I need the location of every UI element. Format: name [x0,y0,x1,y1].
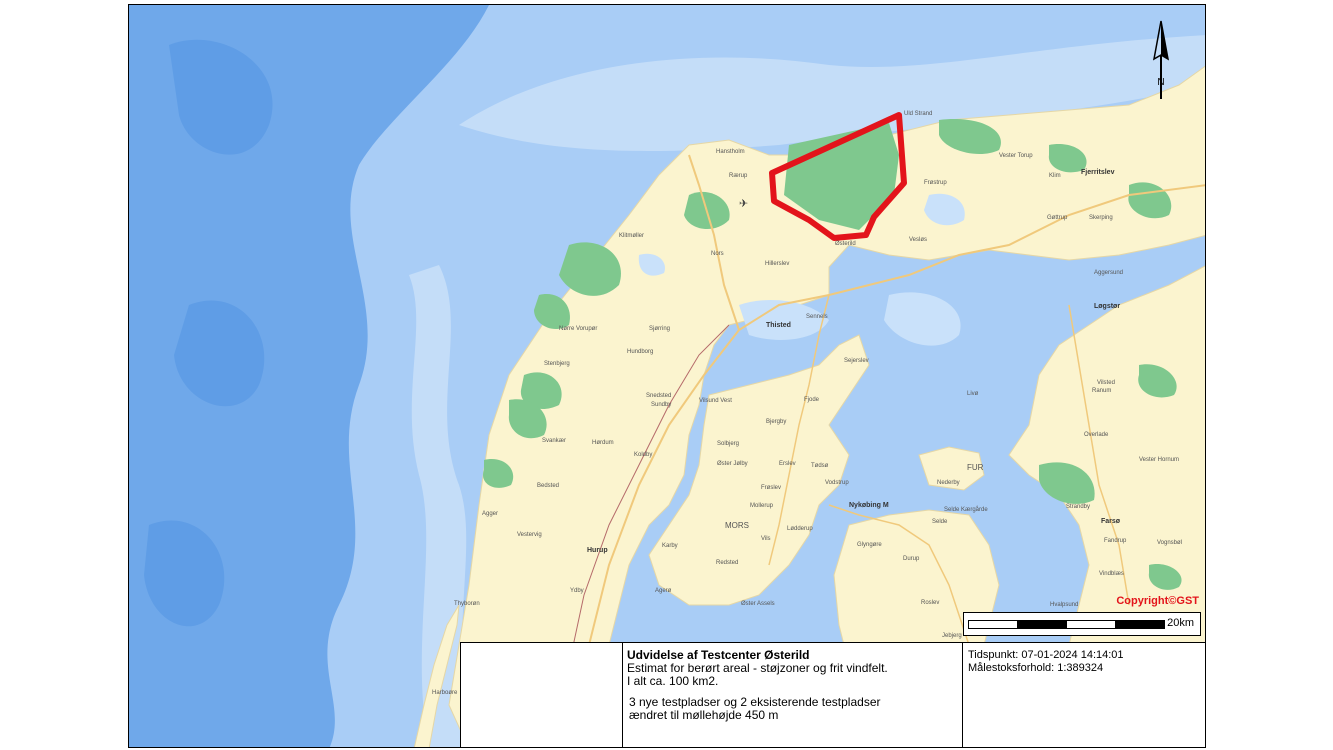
place-label: Livø [967,391,979,397]
place-label: Øster Assels [741,601,775,607]
place-label: Vilsted [1097,380,1115,386]
place-label: Hanstholm [716,149,745,155]
info-table: Udvidelse af Testcenter Østerild Estimat… [460,642,1205,747]
place-label: Sundby [651,402,672,408]
lake [884,292,961,346]
place-label: Agger [482,511,499,517]
place-label: Farsø [1101,518,1121,525]
scale-segment [968,620,1018,629]
north-label: N [1157,77,1164,88]
place-label: Harboøre [432,690,458,696]
place-label: Selde Kærgårde [944,507,988,513]
place-label: Fjerritslev [1081,169,1115,176]
place-label: Thyborøn [454,601,480,607]
copyright-label: Copyright©GST [1116,595,1199,607]
place-label: Vesløs [909,237,928,243]
place-label: Durup [903,556,920,562]
place-label: Løgstør [1094,303,1121,310]
scale-bar: 20km [963,612,1201,636]
place-label: Rærup [729,173,748,179]
place-label: Vodstrup [825,480,849,486]
place-label: Vilsund Vest [699,398,732,404]
place-label: Hillerslev [765,261,790,267]
note-line: ændret til møllehøjde 450 m [629,708,779,722]
place-label: Sjørring [649,326,671,332]
place-label: Bjergby [766,419,787,425]
scale-ratio: Målestoksforhold: 1:389324 [968,662,1104,674]
title-cell: Udvidelse af Testcenter Østerild Estimat… [623,643,963,747]
place-label: Svankær [542,438,567,444]
place-label: Østerild [835,241,856,247]
timestamp: Tidspunkt: 07-01-2024 14:14:01 [968,649,1124,661]
place-label: Klitmøller [619,233,644,239]
place-label: Hundborg [627,349,654,355]
place-label: Frøstrup [924,180,947,186]
place-label: Mollerup [750,503,774,509]
place-label: Ranum [1092,388,1112,394]
meta-cell: Tidspunkt: 07-01-2024 14:14:01 Målestoks… [963,643,1205,747]
place-label: Nykøbing M [849,502,889,509]
place-label: Stenbjerg [544,361,570,367]
airport-icon: ✈ [739,197,748,210]
place-label: Selde [932,519,948,525]
place-label: Bedsted [537,483,560,489]
place-label: Solbjerg [717,441,740,447]
place-label: Thisted [766,322,791,329]
place-label: Sejerslev [844,358,869,364]
place-label: Nors [711,251,724,257]
place-label: Lødderup [787,526,813,532]
lake [739,300,829,340]
place-label: Vognsbøl [1157,540,1183,546]
place-label: Aggersund [1094,270,1124,276]
place-label: MORS [725,521,749,530]
place-label: Skerping [1089,215,1113,221]
place-label: Hurup [587,547,608,554]
place-label: Sennels [806,314,828,320]
place-label: Snedsted [646,393,672,399]
scale-segment [1066,620,1116,629]
scale-segment [1017,620,1067,629]
place-label: Vester Hornum [1139,457,1180,463]
place-label: Erslev [779,461,796,467]
place-label: Vester Torup [999,153,1033,159]
place-label: Roslev [921,600,940,606]
map-canvas[interactable]: ✈ [129,5,1206,748]
place-label: Frøslev [761,485,781,491]
place-label: Fandrup [1104,538,1127,544]
place-label: Strandby [1066,504,1091,510]
place-label: Fjode [804,397,820,403]
scale-label: 20km [1167,617,1194,629]
place-label: Redsted [716,560,739,566]
place-label: Tødsø [811,463,829,469]
place-label: Klim [1049,173,1061,179]
place-label: Vestervig [517,532,542,538]
place-label: Nørre Vorupør [559,326,598,332]
place-label: Agerø [655,588,672,594]
place-label: Jebjerg [942,633,962,639]
place-label: Hørdum [592,440,614,446]
place-label: Gøttrup [1047,215,1068,221]
place-label: Ydby [570,588,584,594]
place-label: Vindblæs [1099,571,1124,577]
place-label: Glyngøre [857,542,882,548]
place-label: Vils [761,536,771,542]
scale-segment [1115,620,1165,629]
place-label: Koldby [634,452,653,458]
place-label: FUR [967,463,984,472]
place-label: Overlade [1084,432,1109,438]
place-label: Uld Strand [904,111,933,117]
map-frame: ✈ Hanstholm Rærup Uld Strand Vester Toru… [128,4,1206,748]
logo-cell [461,643,623,747]
place-label: Karby [662,543,678,549]
north-arrow-icon: N [1146,19,1176,114]
place-label: Øster Jølby [717,461,748,467]
place-label: Hvalpsund [1050,602,1079,608]
description-line: I alt ca. 100 km2. [627,674,719,688]
place-label: Nederby [937,480,960,486]
